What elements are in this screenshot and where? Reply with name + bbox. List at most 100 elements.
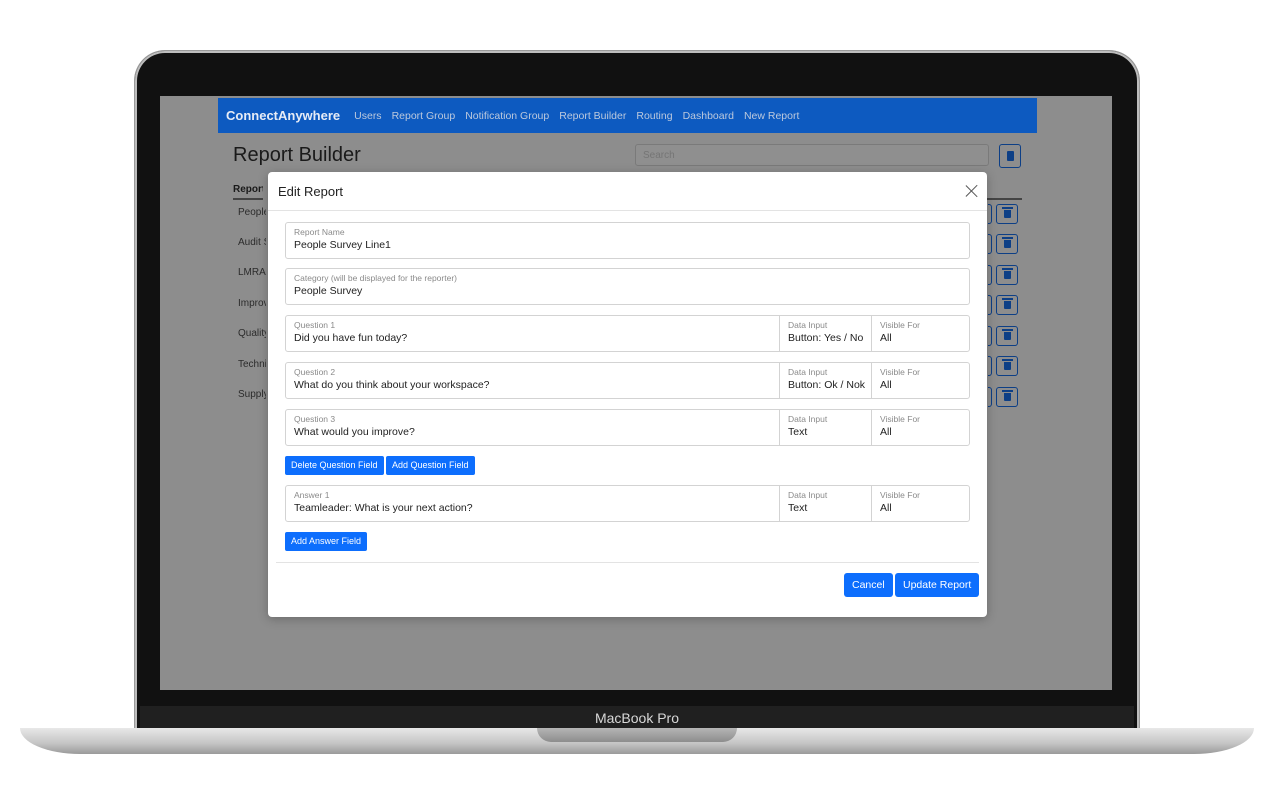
table-row: Techni bbox=[238, 359, 266, 370]
visible-for-value: All bbox=[880, 379, 892, 391]
cancel-button[interactable]: Cancel bbox=[844, 573, 893, 597]
data-input-value: Button: Ok / Nok bbox=[788, 379, 866, 391]
visible-for-value: All bbox=[880, 332, 892, 344]
question-value[interactable]: What would you improve? bbox=[294, 425, 771, 439]
nav-link-new-report[interactable]: New Report bbox=[744, 110, 799, 122]
answer-row-1: Answer 1 Teamleader: What is your next a… bbox=[285, 485, 970, 522]
table-row: LMRA bbox=[238, 267, 266, 278]
modal-title: Edit Report bbox=[278, 184, 344, 199]
close-icon[interactable] bbox=[965, 184, 978, 197]
nav-link-users[interactable]: Users bbox=[354, 110, 381, 122]
table-header-divider bbox=[987, 198, 1022, 200]
trash-icon bbox=[1001, 237, 1013, 248]
document-button[interactable] bbox=[999, 144, 1021, 168]
modal-header: Edit Report bbox=[268, 172, 987, 211]
report-name-field[interactable]: Report Name People Survey Line1 bbox=[285, 222, 970, 259]
edit-button[interactable] bbox=[988, 265, 992, 285]
visible-for-value: All bbox=[880, 502, 892, 514]
delete-button[interactable] bbox=[996, 265, 1018, 285]
edit-button[interactable] bbox=[988, 234, 992, 254]
table-row: Audit S bbox=[238, 237, 266, 248]
edit-button[interactable] bbox=[988, 387, 992, 407]
add-question-button[interactable]: Add Question Field bbox=[386, 456, 475, 475]
visible-for-select[interactable]: Visible For All bbox=[871, 410, 969, 445]
table-row: Quality bbox=[238, 328, 266, 339]
brand-logo[interactable]: ConnectAnywhere bbox=[226, 108, 340, 123]
data-input-label: Data Input bbox=[788, 414, 828, 424]
delete-button[interactable] bbox=[996, 295, 1018, 315]
question-row-1: Question 1 Did you have fun today? Data … bbox=[285, 315, 970, 352]
edit-button[interactable] bbox=[988, 204, 992, 224]
nav-link-report-builder[interactable]: Report Builder bbox=[559, 110, 626, 122]
question-field[interactable]: Question 2 What do you think about your … bbox=[286, 363, 779, 398]
report-name-label: Report Name bbox=[294, 227, 345, 237]
add-answer-button[interactable]: Add Answer Field bbox=[285, 532, 368, 551]
page-title: Report Builder bbox=[233, 144, 361, 166]
category-label: Category (will be displayed for the repo… bbox=[294, 273, 457, 283]
data-input-value: Button: Yes / No bbox=[788, 332, 864, 344]
device-label: MacBook Pro bbox=[140, 706, 1134, 730]
data-input-value: Text bbox=[788, 502, 808, 514]
delete-button[interactable] bbox=[996, 356, 1018, 376]
data-input-select[interactable]: Data Input Button: Ok / Nok bbox=[779, 363, 871, 398]
data-input-value: Text bbox=[788, 426, 808, 438]
data-input-select[interactable]: Data Input Text bbox=[779, 410, 871, 445]
trash-icon bbox=[1001, 390, 1013, 401]
category-field[interactable]: Category (will be displayed for the repo… bbox=[285, 268, 970, 305]
trash-icon bbox=[1001, 359, 1013, 370]
table-row: Supply bbox=[238, 389, 266, 400]
navbar: ConnectAnywhere Users Report Group Notif… bbox=[218, 98, 1037, 133]
edit-button[interactable] bbox=[988, 326, 992, 346]
visible-for-select[interactable]: Visible For All bbox=[871, 363, 969, 398]
modal-footer-divider bbox=[276, 562, 979, 563]
data-input-label: Data Input bbox=[788, 320, 828, 330]
table-row: People bbox=[238, 207, 266, 218]
question-value[interactable]: What do you think about your workspace? bbox=[294, 378, 771, 392]
nav-link-dashboard[interactable]: Dashboard bbox=[683, 110, 734, 122]
laptop-notch bbox=[537, 728, 737, 742]
table-header-report: Report bbox=[233, 178, 263, 200]
delete-button[interactable] bbox=[996, 387, 1018, 407]
edit-button[interactable] bbox=[988, 295, 992, 315]
question-value[interactable]: Did you have fun today? bbox=[294, 331, 771, 345]
visible-for-label: Visible For bbox=[880, 320, 920, 330]
edit-button[interactable] bbox=[988, 356, 992, 376]
question-field[interactable]: Question 1 Did you have fun today? bbox=[286, 316, 779, 351]
visible-for-label: Visible For bbox=[880, 490, 920, 500]
category-value[interactable]: People Survey bbox=[294, 284, 961, 298]
visible-for-label: Visible For bbox=[880, 367, 920, 377]
visible-for-value: All bbox=[880, 426, 892, 438]
trash-icon bbox=[1001, 329, 1013, 340]
nav-link-notification-group[interactable]: Notification Group bbox=[465, 110, 549, 122]
question-label: Question 2 bbox=[294, 367, 336, 377]
delete-button[interactable] bbox=[996, 234, 1018, 254]
question-row-3: Question 3 What would you improve? Data … bbox=[285, 409, 970, 446]
question-label: Question 3 bbox=[294, 414, 336, 424]
data-input-select[interactable]: Data Input Button: Yes / No bbox=[779, 316, 871, 351]
data-input-select[interactable]: Data Input Text bbox=[779, 486, 871, 521]
search-input[interactable] bbox=[635, 144, 989, 166]
trash-icon bbox=[1001, 207, 1013, 218]
question-label: Question 1 bbox=[294, 320, 336, 330]
visible-for-select[interactable]: Visible For All bbox=[871, 316, 969, 351]
visible-for-select[interactable]: Visible For All bbox=[871, 486, 969, 521]
answer-value[interactable]: Teamleader: What is your next action? bbox=[294, 501, 771, 515]
table-row: Improv bbox=[238, 298, 266, 309]
edit-report-modal: Edit Report Report Name People Survey Li… bbox=[268, 172, 987, 617]
report-name-value[interactable]: People Survey Line1 bbox=[294, 238, 961, 252]
data-input-label: Data Input bbox=[788, 490, 828, 500]
question-row-2: Question 2 What do you think about your … bbox=[285, 362, 970, 399]
trash-icon bbox=[1001, 298, 1013, 309]
nav-link-report-group[interactable]: Report Group bbox=[392, 110, 456, 122]
delete-button[interactable] bbox=[996, 326, 1018, 346]
update-report-button[interactable]: Update Report bbox=[895, 573, 980, 597]
nav-link-routing[interactable]: Routing bbox=[636, 110, 672, 122]
question-field[interactable]: Question 3 What would you improve? bbox=[286, 410, 779, 445]
data-input-label: Data Input bbox=[788, 367, 828, 377]
trash-icon bbox=[1001, 268, 1013, 279]
delete-button[interactable] bbox=[996, 204, 1018, 224]
answer-field[interactable]: Answer 1 Teamleader: What is your next a… bbox=[286, 486, 779, 521]
document-icon bbox=[1006, 151, 1014, 161]
visible-for-label: Visible For bbox=[880, 414, 920, 424]
delete-question-button[interactable]: Delete Question Field bbox=[285, 456, 384, 475]
